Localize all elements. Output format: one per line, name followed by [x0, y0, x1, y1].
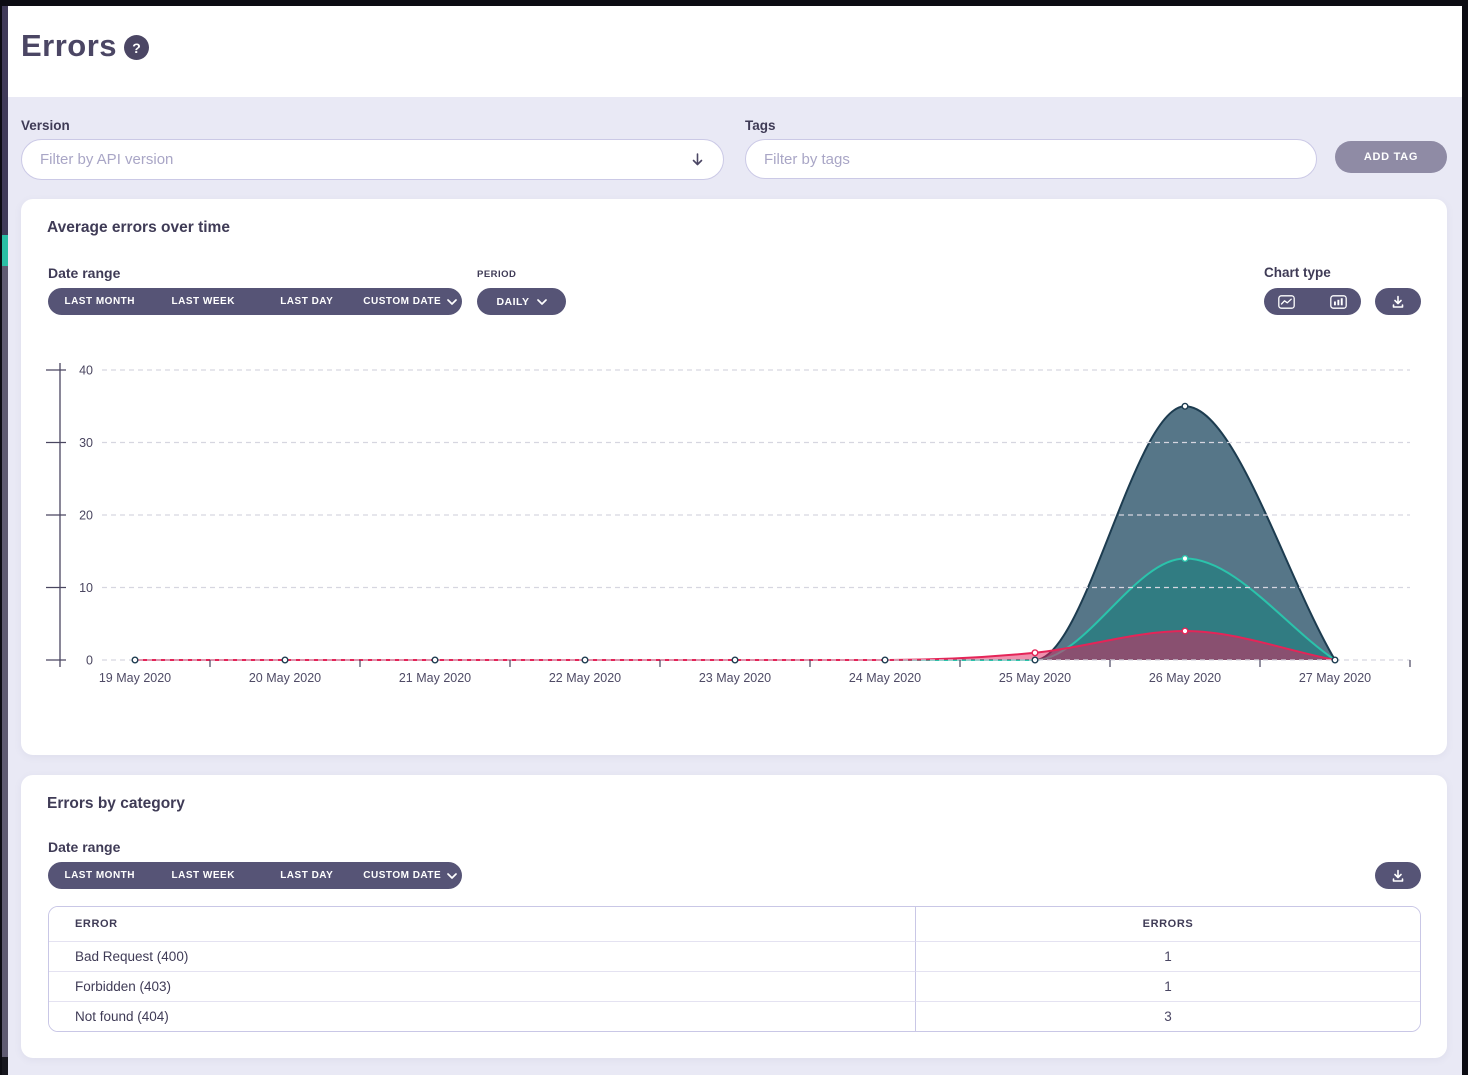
data-point — [582, 657, 588, 663]
errors-over-time-chart: 0 10 20 30 40 19 May 2020 20 May 2020 21 May 20… — [40, 355, 1420, 695]
x-tick-label: 27 May 2020 — [1299, 671, 1371, 685]
tags-input[interactable] — [764, 151, 1298, 168]
data-point — [432, 657, 438, 663]
sidebar-strip-bottom — [2, 266, 8, 1057]
date-range-label: Date range — [48, 839, 120, 855]
last-week-button[interactable]: LAST WEEK — [152, 288, 256, 315]
x-tick-label: 19 May 2020 — [99, 671, 171, 685]
chart-card-title: Average errors over time — [47, 219, 230, 237]
column-header-errors: ERRORS — [915, 907, 1420, 941]
y-tick-label: 30 — [79, 436, 93, 450]
x-tick-label: 25 May 2020 — [999, 671, 1071, 685]
custom-date-button[interactable]: CUSTOM DATE — [359, 288, 463, 315]
x-tick-label: 26 May 2020 — [1149, 671, 1221, 685]
version-filter-field[interactable] — [21, 139, 724, 180]
x-tick-label: 23 May 2020 — [699, 671, 771, 685]
table-row-error-count: 1 — [915, 941, 1420, 971]
bar-chart-type-button[interactable] — [1316, 288, 1361, 315]
data-point — [1032, 657, 1038, 663]
window-frame-right — [1462, 0, 1468, 1075]
last-month-button[interactable]: LAST MONTH — [48, 862, 152, 889]
x-tick-label: 21 May 2020 — [399, 671, 471, 685]
chart-svg: 0 10 20 30 40 19 May 2020 20 May 2020 21 May 20… — [40, 355, 1420, 695]
table-row-error-count: 1 — [915, 971, 1420, 1001]
data-point — [1182, 403, 1188, 409]
errors-by-category-card: Errors by category Date range LAST MONTH… — [21, 775, 1447, 1058]
line-chart-type-button[interactable] — [1264, 288, 1309, 315]
date-range-segmented: LAST MONTH LAST WEEK LAST DAY CUSTOM DAT… — [48, 862, 462, 889]
window-frame-top — [0, 0, 1468, 6]
table-row-error-name: Forbidden (403) — [49, 971, 915, 1001]
period-label: PERIOD — [477, 269, 516, 280]
errors-by-category-table: ERROR ERRORS Bad Request (400) 1 Forbidd… — [48, 906, 1421, 1032]
download-icon — [1391, 869, 1405, 883]
sidebar-active-indicator — [2, 235, 8, 266]
data-point — [1182, 628, 1188, 634]
chevron-down-icon — [537, 299, 547, 305]
page-header: Errors ? — [8, 6, 1462, 97]
sidebar-strip-end — [2, 1057, 8, 1075]
add-tag-button[interactable]: ADD TAG — [1335, 141, 1447, 173]
sidebar-strip-top — [2, 6, 8, 235]
page-title: Errors — [21, 28, 117, 64]
category-card-title: Errors by category — [47, 795, 185, 813]
data-point — [1332, 657, 1338, 663]
table-row-error-name: Not found (404) — [49, 1001, 915, 1031]
y-tick-label: 20 — [79, 509, 93, 523]
data-point — [732, 657, 738, 663]
data-point — [282, 657, 288, 663]
y-tick-label: 0 — [86, 654, 93, 668]
chart-type-toggle — [1264, 288, 1361, 315]
table-row-error-name: Bad Request (400) — [49, 941, 915, 971]
x-tick-label: 24 May 2020 — [849, 671, 921, 685]
custom-date-button[interactable]: CUSTOM DATE — [359, 862, 463, 889]
window-frame-left — [0, 0, 2, 1075]
y-tick-label: 10 — [79, 581, 93, 595]
chart-type-label: Chart type — [1264, 265, 1331, 280]
last-day-button[interactable]: LAST DAY — [255, 862, 359, 889]
tags-filter-field[interactable] — [745, 139, 1317, 179]
table-row-error-count: 3 — [915, 1001, 1420, 1031]
last-month-button[interactable]: LAST MONTH — [48, 288, 152, 315]
collapsed-sidebar-strip — [2, 6, 8, 1075]
x-tick-label: 20 May 2020 — [249, 671, 321, 685]
download-table-button[interactable] — [1375, 862, 1421, 889]
version-label: Version — [21, 118, 70, 133]
arrow-down-icon[interactable] — [690, 152, 705, 167]
help-icon[interactable]: ? — [124, 35, 149, 60]
errors-over-time-card: Average errors over time Date range LAST… — [21, 199, 1447, 755]
last-day-button[interactable]: LAST DAY — [255, 288, 359, 315]
data-point — [882, 657, 888, 663]
data-point — [1182, 556, 1188, 562]
line-chart-icon — [1278, 295, 1295, 309]
date-range-segmented: LAST MONTH LAST WEEK LAST DAY CUSTOM DAT… — [48, 288, 462, 315]
version-input[interactable] — [40, 151, 690, 168]
period-select[interactable]: DAILY — [477, 288, 566, 315]
download-chart-button[interactable] — [1375, 288, 1421, 315]
y-tick-label: 40 — [79, 364, 93, 378]
last-week-button[interactable]: LAST WEEK — [152, 862, 256, 889]
chevron-down-icon — [447, 299, 457, 305]
bar-chart-icon — [1330, 295, 1347, 309]
data-point — [1032, 650, 1038, 656]
data-point — [132, 657, 138, 663]
chevron-down-icon — [447, 873, 457, 879]
download-icon — [1391, 295, 1405, 309]
x-tick-label: 22 May 2020 — [549, 671, 621, 685]
column-header-error: ERROR — [49, 907, 915, 941]
date-range-label: Date range — [48, 265, 120, 281]
errors-red-area — [135, 631, 1335, 660]
tags-label: Tags — [745, 118, 776, 133]
